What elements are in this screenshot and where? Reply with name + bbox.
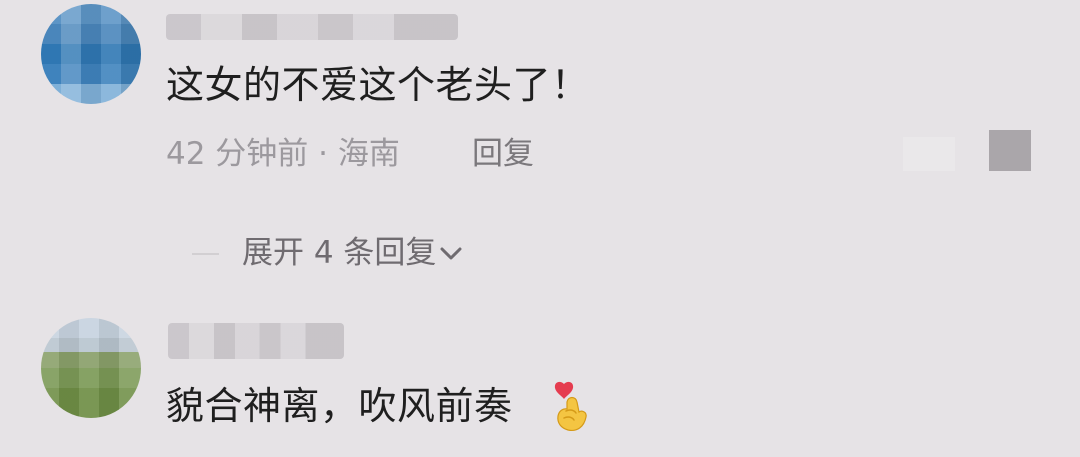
reply-button[interactable]: 回复 (472, 136, 534, 172)
username-blurred[interactable] (168, 323, 344, 359)
comment-text: 貌合神离，吹风前奏 (166, 384, 513, 428)
username-blurred[interactable] (166, 14, 458, 40)
divider-line (192, 253, 219, 255)
avatar[interactable] (41, 4, 141, 104)
chevron-down-icon (440, 247, 462, 260)
comment-text: 这女的不爱这个老头了！ (166, 63, 590, 107)
expand-replies-button[interactable]: 展开 4 条回复 (192, 233, 512, 273)
avatar[interactable] (41, 318, 141, 418)
finger-heart-emoji-icon (554, 381, 587, 432)
expand-replies-label: 展开 4 条回复 (242, 235, 437, 271)
like-icon[interactable] (903, 137, 955, 171)
comment-meta: 42 分钟前 · 海南 (166, 136, 400, 172)
bottom-fade (0, 438, 1080, 457)
more-icon[interactable] (989, 130, 1031, 171)
